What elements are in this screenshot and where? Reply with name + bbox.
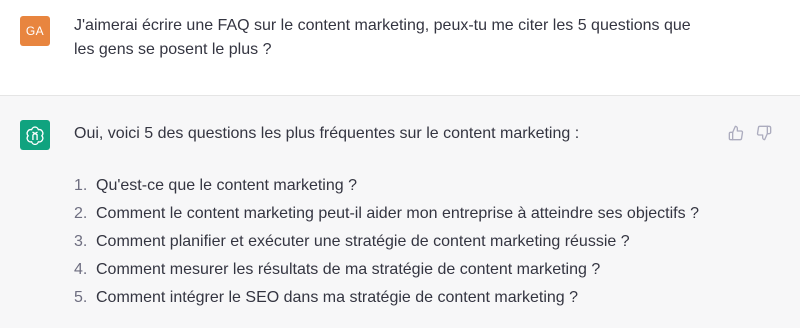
list-item-number: 4.: [74, 261, 88, 278]
list-item-number: 1.: [74, 177, 88, 194]
thumbs-up-icon[interactable]: [727, 124, 745, 142]
list-item-text: Comment planifier et exécuter une straté…: [96, 233, 630, 250]
list-item: 4. Comment mesurer les résultats de ma s…: [74, 256, 699, 284]
thumbs-down-icon[interactable]: [755, 124, 773, 142]
list-item-number: 3.: [74, 233, 88, 250]
user-message: GA J'aimerai écrire une FAQ sur le conte…: [0, 0, 800, 96]
list-item: 2. Comment le content marketing peut-il …: [74, 200, 699, 228]
answer-list: 1. Qu'est-ce que le content marketing ? …: [74, 172, 699, 312]
list-item: 1. Qu'est-ce que le content marketing ?: [74, 172, 699, 200]
list-item: 5. Comment intégrer le SEO dans ma strat…: [74, 284, 699, 312]
list-item-text: Comment mesurer les résultats de ma stra…: [96, 261, 601, 278]
user-message-text: J'aimerai écrire une FAQ sur le content …: [74, 17, 691, 58]
list-item-text: Comment intégrer le SEO dans ma stratégi…: [96, 289, 579, 306]
openai-logo-icon: [20, 120, 50, 150]
list-item-text: Comment le content marketing peut-il aid…: [96, 205, 699, 222]
list-item-number: 5.: [74, 289, 88, 306]
list-item-number: 2.: [74, 205, 88, 222]
user-avatar: GA: [20, 16, 50, 46]
list-item: 3. Comment planifier et exécuter une str…: [74, 228, 699, 256]
list-item-text: Qu'est-ce que le content marketing ?: [96, 177, 357, 194]
assistant-intro-text: Oui, voici 5 des questions les plus fréq…: [74, 125, 580, 142]
assistant-message: Oui, voici 5 des questions les plus fréq…: [0, 96, 800, 328]
